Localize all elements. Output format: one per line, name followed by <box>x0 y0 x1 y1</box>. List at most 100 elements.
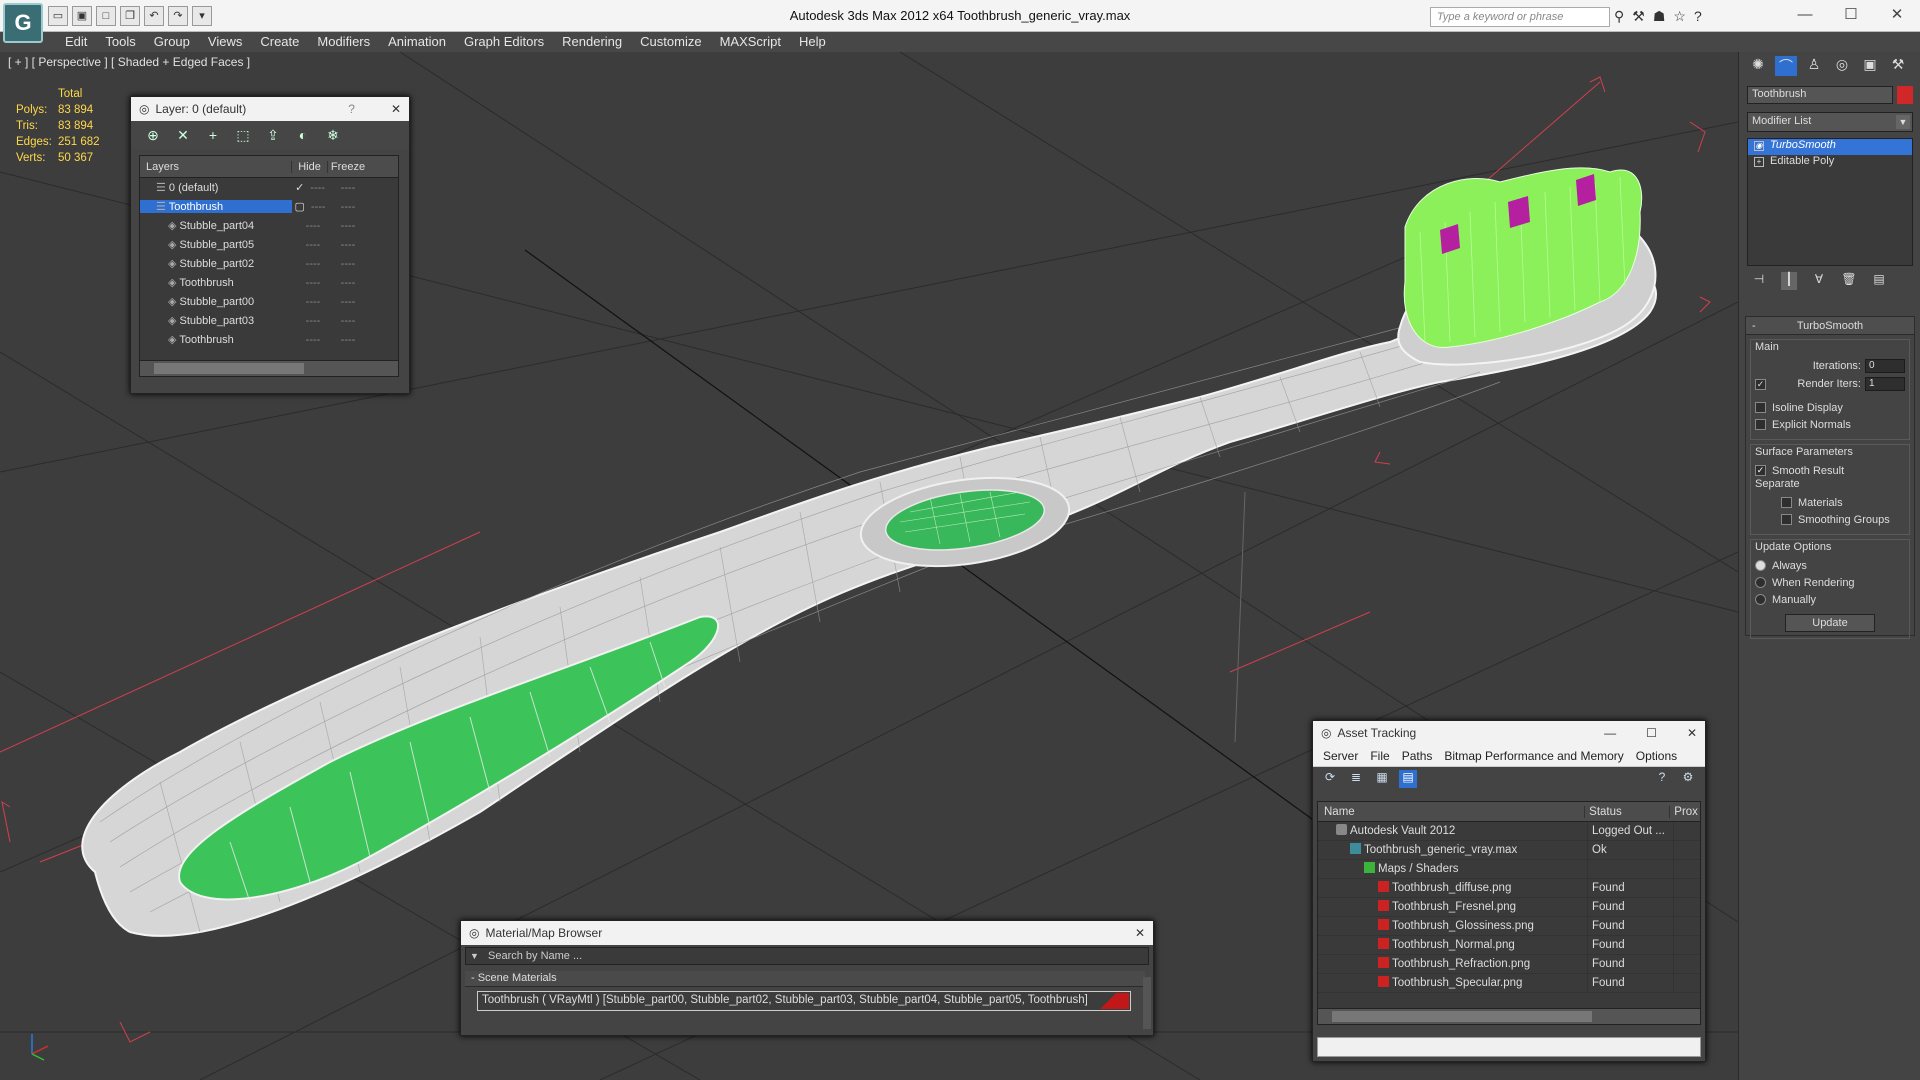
pin-icon[interactable]: ⊣ <box>1751 272 1767 290</box>
manually-radio[interactable]: Manually <box>1755 591 1905 608</box>
list-icon[interactable]: ≣ <box>1347 770 1365 788</box>
hide-toggle[interactable]: ✓ ---- <box>292 181 328 194</box>
app-logo-button[interactable]: G <box>3 3 43 43</box>
hide-all-icon[interactable]: ◐ <box>293 125 313 145</box>
minimize-button[interactable]: — <box>1604 726 1616 740</box>
material-browser-titlebar[interactable]: ◎ Material/Map Browser ✕ <box>461 921 1153 945</box>
asset-status-field[interactable] <box>1317 1037 1701 1057</box>
menu-edit[interactable]: Edit <box>56 32 96 52</box>
remove-icon[interactable]: 🗑 <box>1841 272 1857 290</box>
asset-row[interactable]: Toothbrush_Glossiness.png Found <box>1318 916 1700 936</box>
layer-row[interactable]: ☰ Toothbrush ▢ ---- ---- <box>140 197 398 216</box>
asset-row[interactable]: Maps / Shaders <box>1318 859 1700 879</box>
delete-icon[interactable]: ✕ <box>173 125 193 145</box>
utilities-icon[interactable]: ⚒ <box>1887 56 1909 76</box>
material-map-browser-window[interactable]: ◎ Material/Map Browser ✕ ▼ Search by Nam… <box>460 920 1154 1036</box>
column-layers[interactable]: Layers <box>140 160 292 173</box>
freeze-toggle[interactable]: ---- <box>328 182 368 194</box>
freeze-all-icon[interactable]: ❄ <box>323 125 343 145</box>
asset-row[interactable]: Toothbrush_diffuse.png Found <box>1318 878 1700 898</box>
hide-toggle[interactable]: ---- <box>292 315 328 327</box>
layer-row[interactable]: ◈ Stubble_part03 ---- ---- <box>140 311 398 330</box>
object-name-field[interactable]: Toothbrush <box>1747 86 1893 104</box>
unique-icon[interactable]: ∀ <box>1811 272 1827 290</box>
hide-toggle[interactable]: ---- <box>292 239 328 251</box>
asset-menu-bitmap-performance-and-memory[interactable]: Bitmap Performance and Memory <box>1438 749 1629 763</box>
current-layer-mark[interactable]: ✓ <box>295 182 304 194</box>
lightbulb-icon[interactable]: ◉ <box>1754 141 1764 151</box>
hide-toggle[interactable]: ---- <box>292 296 328 308</box>
expand-icon[interactable]: + <box>1754 157 1764 167</box>
current-layer-mark[interactable]: ▢ <box>294 201 304 213</box>
highlight-icon[interactable]: ⇪ <box>263 125 283 145</box>
layer-name[interactable]: ◈ Stubble_part03 <box>140 314 292 327</box>
table-icon[interactable]: ▤ <box>1399 770 1417 788</box>
show-end-icon[interactable]: ┃ <box>1781 272 1797 290</box>
layer-row[interactable]: ◈ Toothbrush ---- ---- <box>140 273 398 292</box>
freeze-toggle[interactable]: ---- <box>328 258 368 270</box>
always-radio[interactable]: Always <box>1755 557 1905 574</box>
column-hide[interactable]: Hide <box>292 160 328 173</box>
close-button[interactable]: ✕ <box>1687 726 1697 740</box>
object-color-swatch[interactable] <box>1897 86 1913 104</box>
layer-name[interactable]: ◈ Toothbrush <box>140 276 292 289</box>
asset-tracking-window[interactable]: ◎ Asset Tracking — ☐ ✕ Server File Paths Bi… <box>1312 720 1706 1062</box>
hat-icon[interactable]: ☗ <box>1653 8 1666 25</box>
search-input[interactable]: Type a keyword or phrase <box>1430 7 1610 27</box>
asset-menu-server[interactable]: Server <box>1317 749 1364 763</box>
asset-row[interactable]: Toothbrush_Fresnel.png Found <box>1318 897 1700 917</box>
help-icon[interactable]: ? <box>1653 770 1671 788</box>
layer-row[interactable]: ◈ Toothbrush ---- ---- <box>140 330 398 349</box>
freeze-toggle[interactable]: ---- <box>328 220 368 232</box>
scene-materials-category[interactable]: - Scene Materials <box>465 971 1145 987</box>
modifier-editable-poly[interactable]: + Editable Poly <box>1748 155 1912 171</box>
display-icon[interactable]: ▣ <box>1859 56 1881 76</box>
material-search-input[interactable]: ▼ Search by Name ... <box>465 947 1149 965</box>
update-button[interactable]: Update <box>1785 614 1875 632</box>
modifier-turbosmooth[interactable]: ◉ TurboSmooth <box>1748 139 1912 155</box>
asset-tracking-titlebar[interactable]: ◎ Asset Tracking — ☐ ✕ <box>1313 721 1705 745</box>
layer-name[interactable]: ☰ 0 (default) <box>140 181 292 194</box>
layer-row[interactable]: ◈ Stubble_part02 ---- ---- <box>140 254 398 273</box>
horizontal-scrollbar[interactable] <box>140 360 398 376</box>
asset-row[interactable]: Toothbrush_generic_vray.max Ok <box>1318 840 1700 860</box>
horizontal-scrollbar[interactable] <box>1318 1008 1700 1024</box>
minimize-button[interactable]: — <box>1782 0 1828 30</box>
freeze-toggle[interactable]: ---- <box>328 334 368 346</box>
smoothing-groups-checkbox[interactable]: Smoothing Groups <box>1755 511 1905 528</box>
material-item[interactable]: Toothbrush ( VRayMtl ) [Stubble_part00, … <box>477 991 1131 1011</box>
column-freeze[interactable]: Freeze <box>328 161 368 173</box>
hide-toggle[interactable]: ---- <box>292 277 328 289</box>
asset-menu-file[interactable]: File <box>1364 749 1395 763</box>
menu-animation[interactable]: Animation <box>379 32 455 52</box>
star-icon[interactable]: ☆ <box>1673 8 1686 25</box>
menu-views[interactable]: Views <box>199 32 251 52</box>
menu-maxscript[interactable]: MAXScript <box>711 32 790 52</box>
asset-row[interactable]: Toothbrush_Specular.png Found <box>1318 973 1700 993</box>
layer-manager-window[interactable]: ◎ Layer: 0 (default) ? ✕ ⊕ ✕ + ⬚ ⇪ ◐ ❄ Layers … <box>130 96 410 394</box>
menu-modifiers[interactable]: Modifiers <box>308 32 379 52</box>
refresh-icon[interactable]: ⟳ <box>1321 770 1339 788</box>
layer-name[interactable]: ◈ Stubble_part02 <box>140 257 292 270</box>
layer-name[interactable]: ☰ Toothbrush <box>140 200 292 213</box>
layer-name[interactable]: ◈ Stubble_part04 <box>140 219 292 232</box>
materials-checkbox[interactable]: Materials <box>1755 494 1905 511</box>
settings-icon[interactable]: ⚙ <box>1679 770 1697 788</box>
column-proxy[interactable]: Prox <box>1670 806 1700 818</box>
iterations-spinner[interactable]: 0 <box>1865 359 1905 373</box>
create-icon[interactable]: ✺ <box>1747 56 1769 76</box>
select-icon[interactable]: ⬚ <box>233 125 253 145</box>
hierarchy-icon[interactable]: ♙ <box>1803 56 1825 76</box>
hide-toggle[interactable]: ---- <box>292 258 328 270</box>
maximize-button[interactable]: ☐ <box>1828 0 1874 30</box>
layer-row[interactable]: ◈ Stubble_part00 ---- ---- <box>140 292 398 311</box>
layer-row[interactable]: ☰ 0 (default) ✓ ---- ---- <box>140 178 398 197</box>
isoline-display-checkbox[interactable]: Isoline Display <box>1755 399 1905 416</box>
freeze-toggle[interactable]: ---- <box>328 239 368 251</box>
layer-name[interactable]: ◈ Stubble_part00 <box>140 295 292 308</box>
image-icon[interactable]: ▦ <box>1373 770 1391 788</box>
configure-icon[interactable]: ▤ <box>1871 272 1887 290</box>
asset-menu-paths[interactable]: Paths <box>1396 749 1439 763</box>
modifier-list-dropdown[interactable]: Modifier List ▼ <box>1747 112 1913 132</box>
close-button[interactable]: ✕ <box>391 102 401 116</box>
